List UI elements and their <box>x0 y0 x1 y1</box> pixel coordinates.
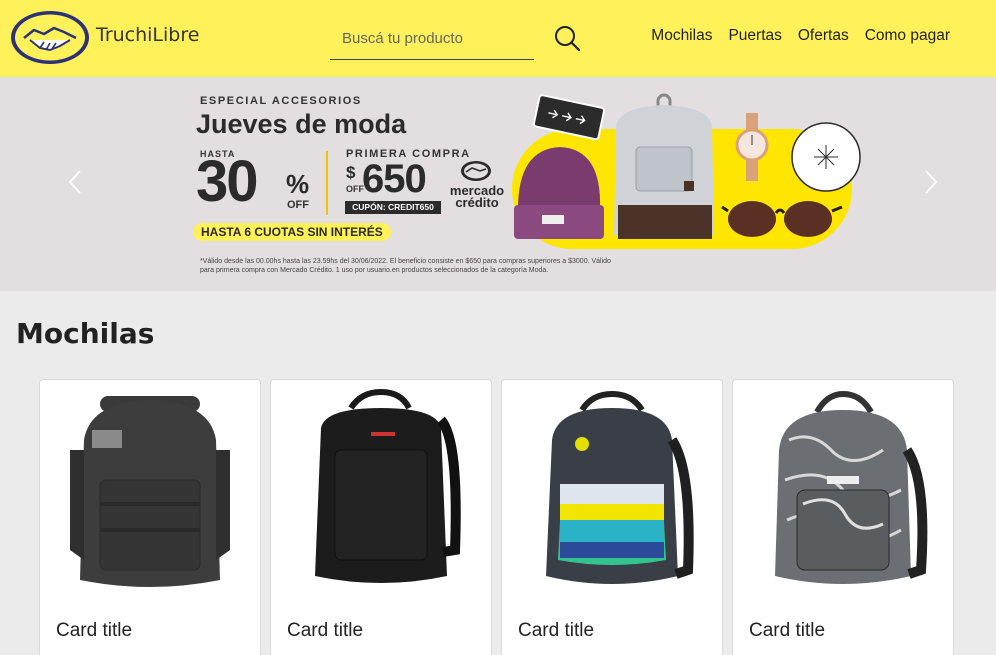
card-title: Card title <box>749 620 826 641</box>
discount-amount: 650 <box>362 157 427 201</box>
legal-disclaimer: *Válido desde las 00.00hs hasta las 23.5… <box>200 258 611 274</box>
discount-off-label: OFF <box>287 199 309 211</box>
search-input[interactable] <box>330 18 534 60</box>
mercado-credito-text: mercado crédito <box>449 183 505 210</box>
banner-divider <box>326 151 328 215</box>
product-card[interactable]: Card title <box>270 379 492 655</box>
search-button[interactable] <box>552 24 582 54</box>
nav-link-ofertas[interactable]: Ofertas <box>798 27 849 45</box>
nav-link-como-pagar[interactable]: Como pagar <box>865 27 950 45</box>
product-card[interactable]: Card title <box>39 379 261 655</box>
card-title: Card title <box>56 620 133 641</box>
backpack-image <box>70 396 230 587</box>
discount-value: 30 <box>196 149 258 214</box>
brand-name[interactable]: TruchiLibre <box>96 24 199 46</box>
backpack-image <box>546 390 694 584</box>
nav-link-puertas[interactable]: Puertas <box>728 27 781 45</box>
handshake-logo-icon[interactable] <box>10 10 90 65</box>
percent-sign: % <box>286 169 310 199</box>
accessories-illustration <box>512 93 861 249</box>
main-nav: Mochilas Puertas Ofertas Como pagar <box>635 27 950 45</box>
nav-link-mochilas[interactable]: Mochilas <box>651 27 712 45</box>
carousel-next-button[interactable] <box>918 167 942 197</box>
search-icon <box>555 26 581 52</box>
chevron-right-icon <box>925 170 938 194</box>
product-card[interactable]: Card title <box>501 379 723 655</box>
section-title: Mochilas <box>16 317 155 350</box>
promo-carousel: ESPECIAL ACCESORIOS Jueves de moda HASTA… <box>0 77 996 291</box>
card-title: Card title <box>518 620 595 641</box>
card-title: Card title <box>287 620 364 641</box>
backpack-image <box>775 390 928 584</box>
navbar: TruchiLibre Mochilas Puertas Ofertas Com… <box>0 0 996 77</box>
chevron-left-icon <box>68 170 81 194</box>
product-card[interactable]: Card title <box>732 379 954 655</box>
banner-eyebrow: ESPECIAL ACCESORIOS <box>200 95 362 107</box>
carousel-prev-button[interactable] <box>64 167 88 197</box>
banner-title: Jueves de moda <box>196 109 407 139</box>
backpack-image <box>315 388 461 583</box>
coupon-code: CUPÓN: CREDIT650 <box>345 201 441 214</box>
cuotas-badge: HASTA 6 CUOTAS SIN INTERÉS <box>193 223 391 241</box>
dollar-sign: $ <box>346 163 356 182</box>
